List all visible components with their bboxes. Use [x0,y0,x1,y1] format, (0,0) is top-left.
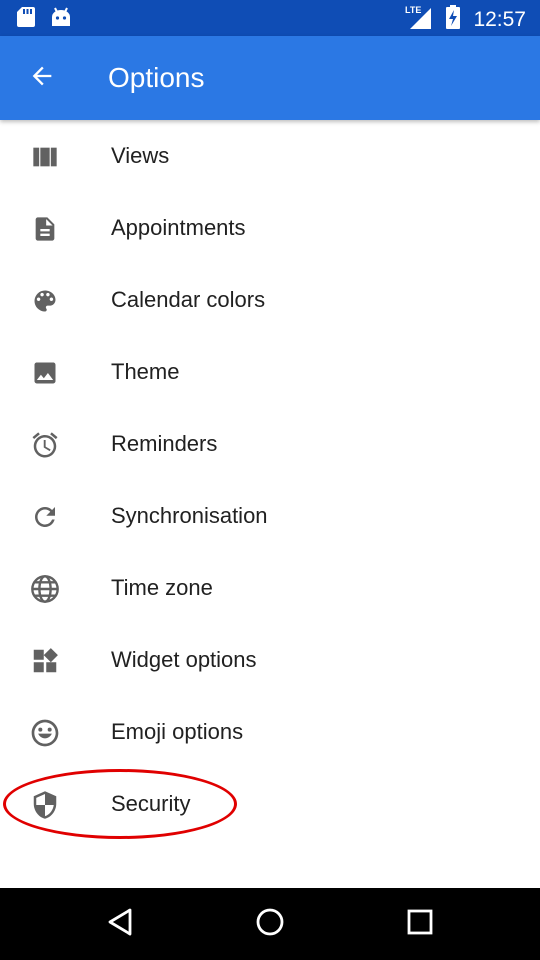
option-reminders[interactable]: Reminders [0,408,540,480]
back-triangle-icon [106,907,134,942]
alarm-icon [28,428,62,462]
options-screen: LTE 12:57 Options Views Appointments Cal… [0,0,540,960]
option-label: Appointments [111,215,246,240]
status-bar: LTE 12:57 [0,0,540,36]
sd-card-icon [16,6,36,33]
option-label: Reminders [111,431,218,456]
nav-home-button[interactable] [246,900,294,948]
option-label: Security [111,791,191,816]
android-icon [50,6,72,33]
shield-icon [28,788,62,822]
app-bar: Options [0,36,540,120]
emoji-icon [28,716,62,750]
option-emoji-options[interactable]: Emoji options [0,696,540,768]
nav-recents-button[interactable] [396,900,444,948]
option-label: Time zone [111,575,213,600]
option-theme[interactable]: Theme [0,336,540,408]
palette-icon [28,284,62,318]
option-label: Emoji options [111,719,244,744]
status-time: 12:57 [473,7,526,31]
arrow-back-icon [28,62,56,95]
options-list: Views Appointments Calendar colors Theme… [0,120,540,840]
option-calendar-colors[interactable]: Calendar colors [0,264,540,336]
nav-back-button[interactable] [96,900,144,948]
option-label: Calendar colors [111,287,266,312]
option-widget-options[interactable]: Widget options [0,624,540,696]
battery-charging-icon [445,4,461,35]
back-button[interactable] [14,50,70,106]
views-icon [28,140,62,174]
refresh-icon [28,500,62,534]
lte-signal-icon: LTE [405,4,433,35]
page-title: Options [108,62,205,93]
option-appointments[interactable]: Appointments [0,192,540,264]
option-label: Widget options [111,647,257,672]
option-security[interactable]: Security [0,768,540,840]
option-synchronisation[interactable]: Synchronisation [0,480,540,552]
svg-text:LTE: LTE [405,5,421,15]
option-time-zone[interactable]: Time zone [0,552,540,624]
system-nav-bar [0,888,540,960]
option-views[interactable]: Views [0,120,540,192]
image-icon [28,356,62,390]
option-label: Theme [111,359,180,384]
option-label: Views [111,143,170,168]
globe-icon [28,572,62,606]
document-icon [28,212,62,246]
option-label: Synchronisation [111,503,268,528]
recents-square-icon [406,908,434,941]
widgets-icon [28,644,62,678]
home-circle-icon [255,907,285,942]
